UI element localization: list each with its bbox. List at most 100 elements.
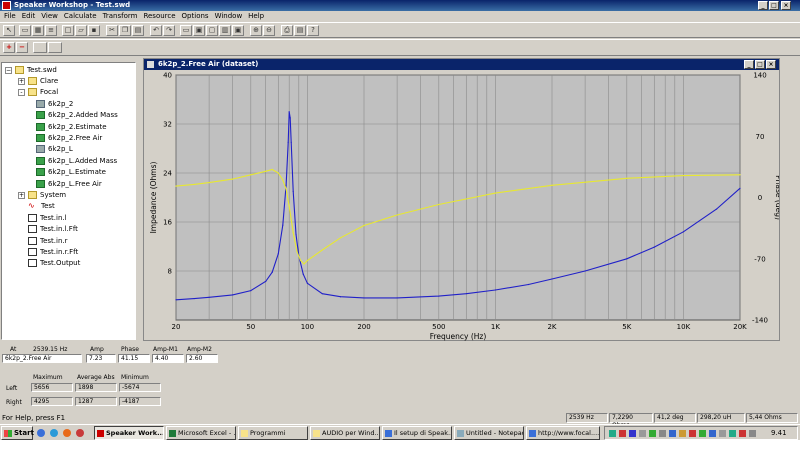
tree-item[interactable]: 6k2p_2.Free Air [36, 133, 102, 144]
tray-icon-14[interactable] [739, 430, 746, 437]
task-audio[interactable]: AUDIO per Wind... [310, 426, 380, 440]
tree-item[interactable]: 6k2p_2 [36, 99, 73, 110]
redo-icon[interactable]: ↷ [163, 25, 175, 36]
x-tick-label: 2K [547, 323, 556, 331]
tray-icon-13[interactable] [729, 430, 736, 437]
tree-item[interactable]: 6k2p_L.Free Air [36, 179, 102, 190]
impedance-chart[interactable]: 8 16 24 32 40 20 50 100 200 500 1K 2K 5K 10K 20K -140 -7… [144, 70, 779, 342]
phase-point [271, 168, 273, 171]
tree-item-label: 6k2p_2.Estimate [48, 122, 107, 131]
zoom-out-icon[interactable]: ⊖ [263, 25, 275, 36]
tray-icon-9[interactable] [689, 430, 696, 437]
menu-file[interactable]: File [4, 12, 16, 20]
tray-icon-7[interactable] [669, 430, 676, 437]
tree-item[interactable]: 6k2p_2.Added Mass [36, 110, 118, 121]
list-icon[interactable]: ≡ [45, 25, 57, 36]
print-icon[interactable]: ⎙ [281, 25, 293, 36]
task-focal[interactable]: http://www.focal.... [526, 426, 600, 440]
media-quicklaunch-icon[interactable] [63, 429, 71, 437]
tree-item[interactable]: + Clare [18, 76, 58, 87]
chart-maximize-button[interactable]: □ [755, 60, 765, 69]
task-notepad[interactable]: Untitled - Notepad [454, 426, 524, 440]
tray-icon-15[interactable] [749, 430, 756, 437]
tray-icon-3[interactable] [629, 430, 636, 437]
app-quicklaunch-icon[interactable] [76, 429, 84, 437]
tray-icon-8[interactable] [679, 430, 686, 437]
y2-axis-label: Phase (deg) [774, 175, 779, 220]
tree-root[interactable]: − Test.swd [5, 65, 57, 76]
phase-header: Phase [121, 346, 139, 353]
tree-item[interactable]: Test.in.l [18, 213, 67, 224]
tray-icon-5[interactable] [649, 430, 656, 437]
menu-resource[interactable]: Resource [143, 12, 175, 20]
tree-item[interactable]: 6k2p_L.Added Mass [36, 156, 117, 167]
menu-window[interactable]: Window [215, 12, 243, 20]
ie-quicklaunch-icon[interactable] [37, 429, 45, 437]
expand-icon[interactable]: + [18, 191, 25, 199]
open-file-icon[interactable]: ▱ [75, 25, 87, 36]
minimize-button[interactable]: _ [758, 1, 768, 10]
collapse-icon[interactable]: - [18, 88, 25, 96]
chart-close-button[interactable]: × [766, 60, 776, 69]
task-setup[interactable]: Il setup di Speak... [382, 426, 452, 440]
blank-tool-button-2[interactable] [48, 42, 62, 53]
phase-point [303, 263, 305, 265]
tree-item[interactable]: Test.in.r [18, 236, 68, 247]
tree-item[interactable]: - Focal [18, 87, 58, 98]
tray-icon-4[interactable] [639, 430, 646, 437]
doc-icon [28, 213, 37, 222]
maximize-button[interactable]: □ [769, 1, 779, 10]
tray-icon-1[interactable] [609, 430, 616, 437]
menu-help[interactable]: Help [248, 12, 264, 20]
tree-item[interactable]: + System [18, 190, 66, 201]
add-icon[interactable]: + [3, 42, 15, 53]
chart-minimize-button[interactable]: _ [744, 60, 754, 69]
tray-icon-10[interactable] [699, 430, 706, 437]
new-file-icon[interactable]: □ [62, 25, 74, 36]
paste-icon[interactable]: ▤ [132, 25, 144, 36]
dialog-icon[interactable]: ▢ [206, 25, 218, 36]
red-tool-icon[interactable]: ▣ [232, 25, 244, 36]
tray-icon-12[interactable] [719, 430, 726, 437]
view-icon[interactable]: ▥ [219, 25, 231, 36]
task-speaker-workshop[interactable]: Speaker Work... [94, 426, 164, 440]
preview-icon[interactable]: ▤ [294, 25, 306, 36]
tree-item[interactable]: Test.in.l.Fft [18, 224, 78, 235]
start-button[interactable]: Start [1, 426, 34, 440]
tray-icon-6[interactable] [659, 430, 666, 437]
tree-item[interactable]: ∿ Test [18, 201, 55, 212]
pointer-tool-icon[interactable]: ↖ [3, 25, 15, 36]
cut-icon[interactable]: ✂ [106, 25, 118, 36]
save-icon[interactable]: ▪ [88, 25, 100, 36]
remove-icon[interactable]: − [16, 42, 28, 53]
undo-icon[interactable]: ↶ [150, 25, 162, 36]
blank-tool-button[interactable] [33, 42, 47, 53]
tree-item[interactable]: 6k2p_L.Estimate [36, 167, 106, 178]
window-icon[interactable]: ▣ [193, 25, 205, 36]
expand-icon[interactable]: + [18, 77, 25, 85]
close-button[interactable]: × [781, 1, 791, 10]
menu-calculate[interactable]: Calculate [64, 12, 97, 20]
collapse-icon[interactable]: − [5, 66, 12, 74]
open-folder-icon[interactable]: ▭ [19, 25, 31, 36]
help-icon[interactable]: ? [307, 25, 319, 36]
tree-item[interactable]: Test.Output [18, 258, 80, 269]
browser-quicklaunch-icon[interactable] [50, 429, 58, 437]
tree-item[interactable]: 6k2p_L [36, 144, 73, 155]
phase-point [306, 259, 309, 262]
menu-view[interactable]: View [41, 12, 58, 20]
tree-item[interactable]: Test.in.r.Fft [18, 247, 78, 258]
chart-icon[interactable]: ▭ [180, 25, 192, 36]
menu-options[interactable]: Options [182, 12, 209, 20]
tree-item[interactable]: 6k2p_2.Estimate [36, 122, 107, 133]
zoom-in-icon[interactable]: ⊕ [250, 25, 262, 36]
menu-edit[interactable]: Edit [22, 12, 36, 20]
menu-transform[interactable]: Transform [103, 12, 138, 20]
task-programmi[interactable]: Programmi [238, 426, 308, 440]
x-tick-label: 20 [172, 323, 181, 331]
grid-icon[interactable]: ▦ [32, 25, 44, 36]
copy-icon[interactable]: ❐ [119, 25, 131, 36]
task-excel[interactable]: Microsoft Excel - ... [166, 426, 236, 440]
tray-icon-2[interactable] [619, 430, 626, 437]
tray-icon-11[interactable] [709, 430, 716, 437]
